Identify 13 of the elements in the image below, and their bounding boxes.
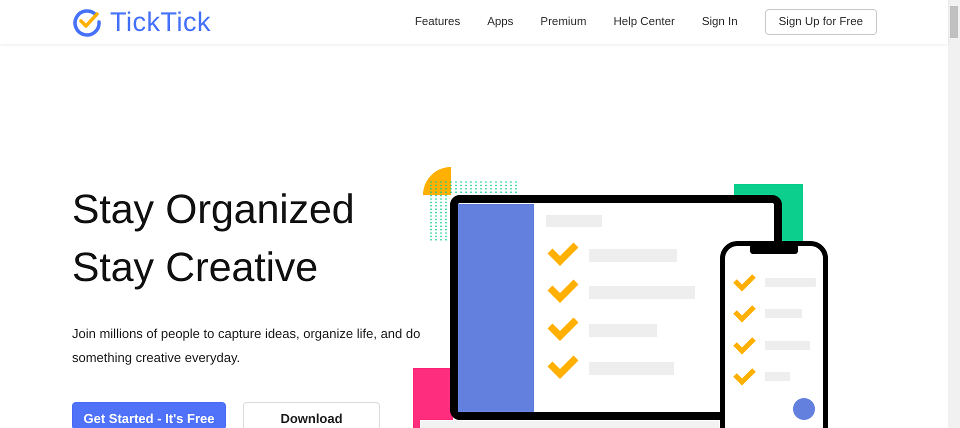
scrollbar[interactable] xyxy=(948,0,960,428)
nav-link[interactable]: Help Center xyxy=(613,16,675,28)
nav-link[interactable]: Sign In xyxy=(702,16,738,28)
nav-link[interactable]: Premium xyxy=(540,16,586,28)
sign-up-button[interactable]: Sign Up for Free xyxy=(764,9,877,35)
nav-link[interactable]: Apps xyxy=(487,16,514,28)
nav-link[interactable]: Features xyxy=(414,16,460,28)
hero-title: Stay Organized Stay Creative xyxy=(72,185,356,292)
logo-icon[interactable] xyxy=(72,7,102,37)
hero-description: Join millions of people to capture ideas, organize life, and do something creative everyday. xyxy=(72,325,422,367)
download-button[interactable]: Download xyxy=(243,402,380,428)
logo-text[interactable]: TickTick xyxy=(110,6,211,38)
get-started-button[interactable]: Get Started - It's Free xyxy=(72,402,226,428)
